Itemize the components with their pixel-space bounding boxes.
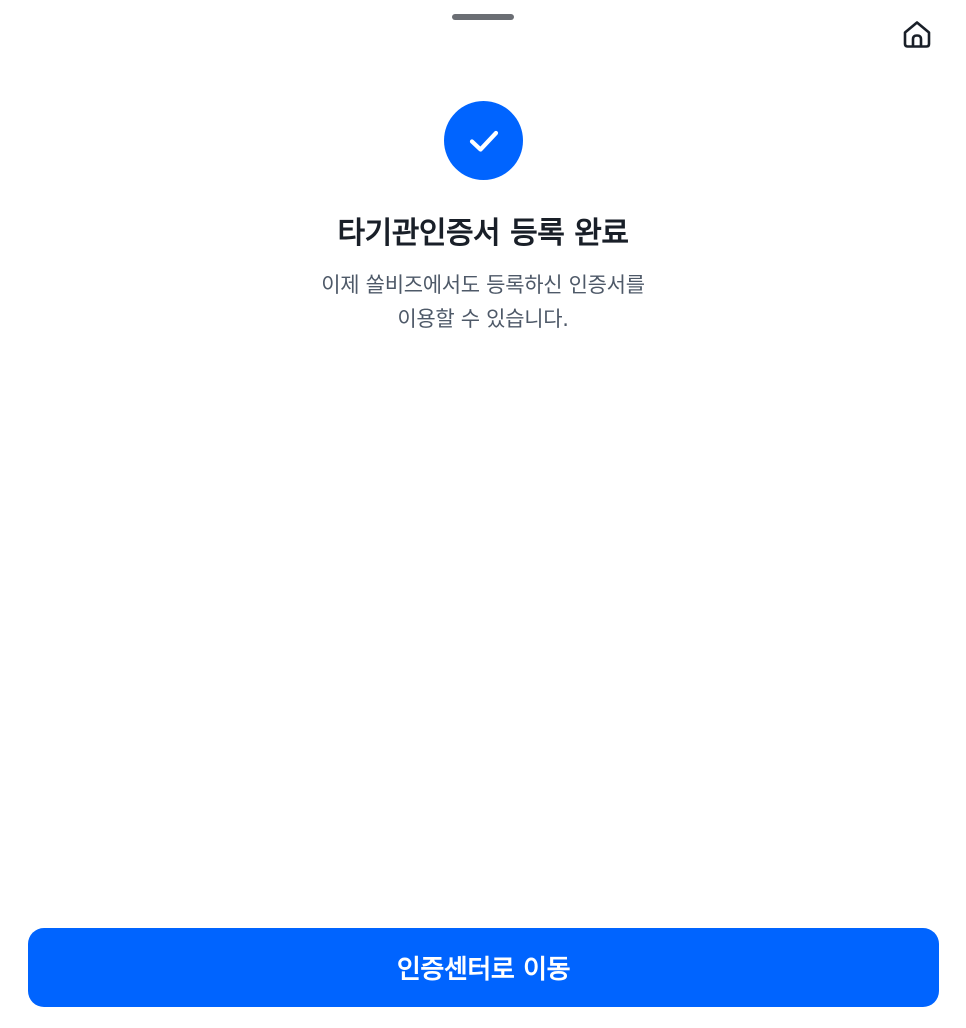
home-button[interactable] bbox=[897, 14, 937, 54]
description-line-2: 이용할 수 있습니다. bbox=[397, 307, 569, 331]
go-to-certificate-center-button[interactable]: 인증센터로 이동 bbox=[28, 928, 939, 1007]
registration-complete-screen: 타기관인증서 등록 완료 이제 쏠비즈에서도 등록하신 인증서를 이용할 수 있… bbox=[0, 0, 966, 1028]
home-icon bbox=[903, 21, 931, 48]
page-title: 타기관인증서 등록 완료 bbox=[337, 216, 629, 251]
description-line-1: 이제 쏠비즈에서도 등록하신 인증서를 bbox=[321, 273, 645, 297]
sheet-drag-handle[interactable] bbox=[452, 14, 514, 20]
success-badge bbox=[444, 101, 523, 180]
check-icon bbox=[469, 130, 498, 152]
completion-description: 이제 쏠비즈에서도 등록하신 인증서를 이용할 수 있습니다. bbox=[0, 268, 966, 336]
